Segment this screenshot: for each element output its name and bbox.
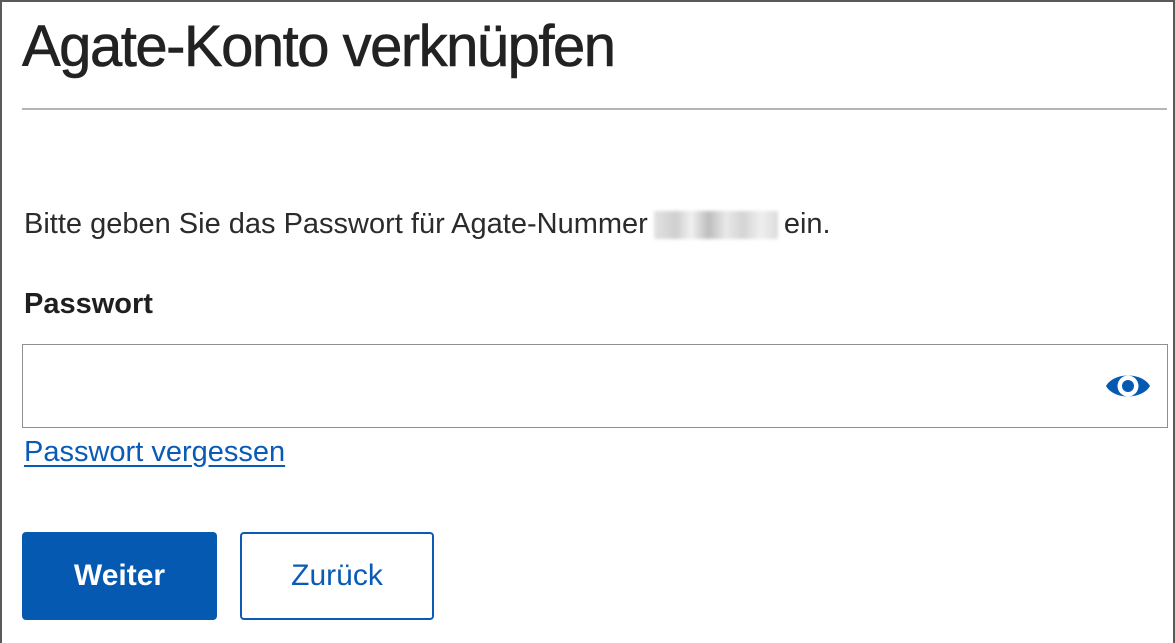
- redacted-account-number: [653, 210, 778, 239]
- back-button[interactable]: Zurück: [240, 532, 434, 620]
- title-divider: [22, 108, 1167, 110]
- eye-icon[interactable]: [1103, 368, 1153, 404]
- password-field: [22, 344, 1168, 428]
- page-title: Agate-Konto verknüpfen: [22, 14, 617, 80]
- intro-text-suffix: ein.: [783, 208, 831, 240]
- intro-text-prefix: Bitte geben Sie das Passwort für Agate-N…: [24, 208, 648, 240]
- password-label: Passwort: [24, 288, 153, 320]
- forgot-password-link[interactable]: Passwort vergessen: [24, 436, 285, 469]
- password-input[interactable]: [23, 345, 1083, 427]
- continue-button[interactable]: Weiter: [22, 532, 217, 620]
- page-frame: Agate-Konto verknüpfen Bitte geben Sie d…: [0, 0, 1175, 643]
- intro-text: Bitte geben Sie das Passwort für Agate-N…: [24, 208, 831, 241]
